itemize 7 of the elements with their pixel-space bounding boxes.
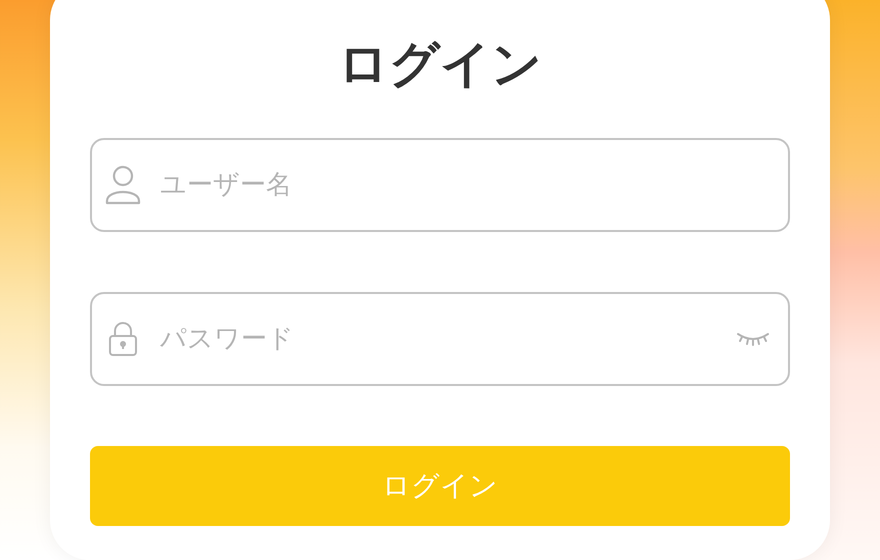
login-title: ログイン [337,34,543,95]
eye-closed-icon[interactable] [736,330,770,348]
password-field[interactable]: パスワード [90,292,790,386]
user-icon [105,165,141,205]
username-field[interactable]: ユーザー名 [90,138,790,232]
lock-icon [108,321,138,357]
login-button[interactable]: ログイン [90,446,790,526]
